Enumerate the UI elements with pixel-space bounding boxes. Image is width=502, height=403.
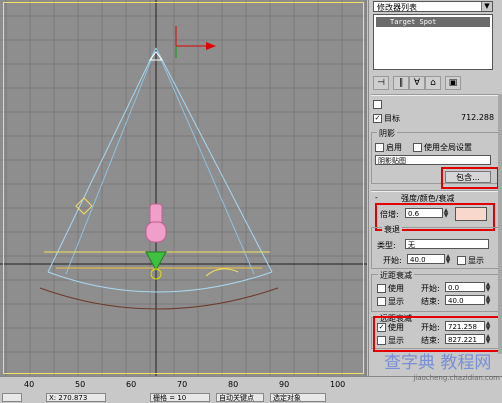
include-button[interactable]: 包含... <box>445 171 491 183</box>
shadow-enable-label: 启用 <box>386 143 402 152</box>
spotlight-body <box>149 203 163 225</box>
multiplier-spinner[interactable]: ▲ ▼ <box>443 208 449 219</box>
ruler-tick-label: 50 <box>75 380 86 389</box>
shadow-type-value: 阴影贴图 <box>378 157 406 165</box>
timeline[interactable]: 40 50 60 70 80 90 100 X: 270.873 栅格 = 10 自动关键点… <box>0 376 502 403</box>
decay-show-label: 显示 <box>468 256 484 265</box>
panel-scrollbar[interactable] <box>498 94 502 354</box>
near-start-label: 开始: <box>421 284 440 293</box>
shadow-enable-checkbox[interactable] <box>375 143 384 152</box>
spotlight-head <box>145 221 167 243</box>
pin-stack-icon[interactable]: ⊣ <box>373 76 389 90</box>
decay-type-label: 类型: <box>377 241 396 250</box>
rollout-title[interactable]: 强度/颜色/衰减 <box>401 193 454 204</box>
use-global-label: 使用全局设置 <box>424 143 472 152</box>
near-show-label: 显示 <box>388 297 404 306</box>
use-global-checkbox[interactable] <box>413 143 422 152</box>
decay-type-value: 无 <box>408 241 415 249</box>
ruler-tick-label: 70 <box>177 380 188 389</box>
target-distance: 712.288 <box>461 113 495 122</box>
near-end-input[interactable]: 40.0 <box>445 295 485 305</box>
far-end-spinner[interactable]: ▲ ▼ <box>485 334 491 345</box>
multiplier-label: 倍增: <box>380 210 399 219</box>
decay-header: 衰退 <box>382 224 402 235</box>
show-end-result-icon[interactable]: ∥ <box>393 76 409 90</box>
far-start-spinner[interactable]: ▲ ▼ <box>485 321 491 332</box>
make-unique-icon[interactable]: ∀ <box>409 76 425 90</box>
rollout-collapse-icon[interactable]: - <box>375 193 378 202</box>
ruler-tick-label: 60 <box>126 380 137 389</box>
stack-toolbar: ⊣ ∥ ∀ ⌂ ▣ <box>373 74 493 90</box>
shadow-header: 阴影 <box>377 128 397 139</box>
ruler-tick-label: 100 <box>330 380 346 389</box>
far-end-input[interactable]: 827.221 <box>445 334 485 344</box>
configure-sets-icon[interactable]: ▣ <box>445 76 461 90</box>
chevron-down-icon[interactable]: ▼ <box>481 2 492 11</box>
near-end-spinner[interactable]: ▲ ▼ <box>485 295 491 306</box>
far-start-input[interactable]: 721.258 <box>445 321 485 331</box>
far-use-checkbox[interactable]: ✓ <box>377 323 386 332</box>
modifier-list-label: 修改器列表 <box>377 3 417 12</box>
near-use-label: 使用 <box>388 284 404 293</box>
divider <box>371 190 499 192</box>
decay-show-checkbox[interactable] <box>457 256 466 265</box>
far-atten-arc <box>39 287 279 310</box>
near-use-checkbox[interactable] <box>377 284 386 293</box>
status-autokey[interactable]: 自动关键点 <box>216 393 264 402</box>
near-end-label: 结束: <box>421 297 440 306</box>
decay-start-input[interactable]: 40.0 <box>407 254 445 264</box>
target-checkbox[interactable]: ✓ <box>373 114 382 123</box>
decay-start-spinner[interactable]: ▲ ▼ <box>445 254 451 265</box>
light-cone-edge <box>155 47 255 275</box>
shadow-type-select[interactable]: 阴影贴图 <box>375 155 491 165</box>
far-use-label: 使用 <box>388 323 404 332</box>
near-show-checkbox[interactable] <box>377 297 386 306</box>
light-cone-edge <box>65 47 157 275</box>
modifier-stack[interactable]: Target Spot <box>373 14 493 70</box>
near-start-input[interactable]: 0.0 <box>445 282 485 292</box>
remove-modifier-icon[interactable]: ⌂ <box>425 76 441 90</box>
multiplier-input[interactable]: 0.6 <box>405 208 443 218</box>
ruler-tick-label: 90 <box>279 380 290 389</box>
grid <box>0 0 367 376</box>
far-end-label: 结束: <box>421 336 440 345</box>
decay-start-label: 开始: <box>383 256 402 265</box>
spotlight-cone <box>145 251 167 272</box>
gizmo-arrow <box>206 42 216 50</box>
near-atten-header: 近距衰减 <box>378 270 414 281</box>
target-label: 目标 <box>384 114 400 123</box>
status-grid: 栅格 = 10 <box>150 393 210 402</box>
status-selected[interactable]: 选定对象 <box>270 393 326 402</box>
far-start-label: 开始: <box>421 323 440 332</box>
near-start-spinner[interactable]: ▲ ▼ <box>485 282 491 293</box>
command-panel: 修改器列表 ▼ Target Spot ⊣ ∥ ∀ ⌂ ▣ ✓ 目标 712.2… <box>368 0 502 376</box>
far-show-label: 显示 <box>388 336 404 345</box>
viewport[interactable] <box>0 0 367 376</box>
light-cone-base <box>47 271 273 293</box>
status-coordinate: X: 270.873 <box>46 393 106 402</box>
ruler-tick-label: 80 <box>228 380 239 389</box>
modifier-stack-item[interactable]: Target Spot <box>376 17 490 27</box>
status-cell <box>2 393 22 402</box>
ruler-tick-label: 40 <box>24 380 35 389</box>
decay-type-select[interactable]: 无 <box>405 239 489 249</box>
color-swatch[interactable] <box>455 207 487 221</box>
modifier-list-dropdown[interactable]: 修改器列表 ▼ <box>373 1 493 12</box>
checkbox-partial[interactable] <box>373 100 382 109</box>
far-show-checkbox[interactable] <box>377 336 386 345</box>
divider <box>371 94 499 96</box>
